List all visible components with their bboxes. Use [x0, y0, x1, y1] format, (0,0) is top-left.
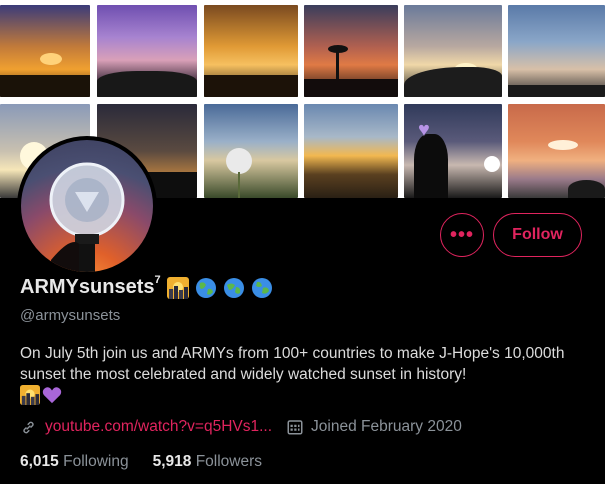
- profile-meta-row: youtube.com/watch?v=q5HVs1... Joined Feb…: [20, 418, 462, 436]
- more-options-icon: •••: [449, 223, 474, 246]
- banner-photo: [508, 5, 605, 97]
- banner-photo: [204, 104, 298, 198]
- more-options-button[interactable]: •••: [440, 213, 484, 257]
- bio-emojis: [20, 385, 62, 405]
- banner-photo: [508, 104, 605, 198]
- purple-heart-icon: [42, 387, 62, 404]
- lightstick-image: [49, 162, 125, 272]
- banner-photo: [97, 5, 197, 97]
- calendar-icon: [287, 420, 303, 435]
- banner-photo: [404, 5, 502, 97]
- link-icon: [23, 421, 34, 433]
- profile-name-row: ARMYsunsets7: [20, 274, 273, 299]
- banner-photo: [204, 5, 298, 97]
- globe-icon: [195, 277, 216, 298]
- profile-bio: On July 5th join us and ARMYs from 100+ …: [20, 345, 565, 383]
- following-link[interactable]: 6,015 Following: [20, 453, 129, 471]
- sunrise-over-city-emoji-icon: [166, 276, 189, 299]
- banner-photo: [0, 5, 90, 97]
- globe-icon: [251, 277, 272, 298]
- profile-stats: 6,015 Following 5,918 Followers: [20, 453, 286, 471]
- follow-button-label: Follow: [512, 226, 563, 243]
- profile-avatar[interactable]: [17, 136, 157, 276]
- followers-link[interactable]: 5,918 Followers: [153, 453, 262, 471]
- banner-photo: ♥: [404, 104, 502, 198]
- purple-heart-icon: ♥: [418, 119, 430, 141]
- profile-website-link[interactable]: youtube.com/watch?v=q5HVs1...: [45, 418, 272, 436]
- joined-date: Joined February 2020: [311, 418, 462, 435]
- profile-name: ARMYsunsets7: [20, 274, 161, 298]
- follow-button[interactable]: Follow: [493, 213, 582, 257]
- profile-handle: @armysunsets: [20, 307, 121, 324]
- banner-photo: [304, 5, 398, 97]
- globe-icon: [223, 277, 244, 298]
- following-count: 6,015: [20, 453, 59, 470]
- followers-label: Followers: [195, 453, 263, 470]
- sunrise-over-city-emoji-icon: [20, 385, 40, 405]
- banner-photo: [304, 104, 398, 198]
- followers-count: 5,918: [152, 453, 192, 470]
- following-label: Following: [63, 453, 129, 470]
